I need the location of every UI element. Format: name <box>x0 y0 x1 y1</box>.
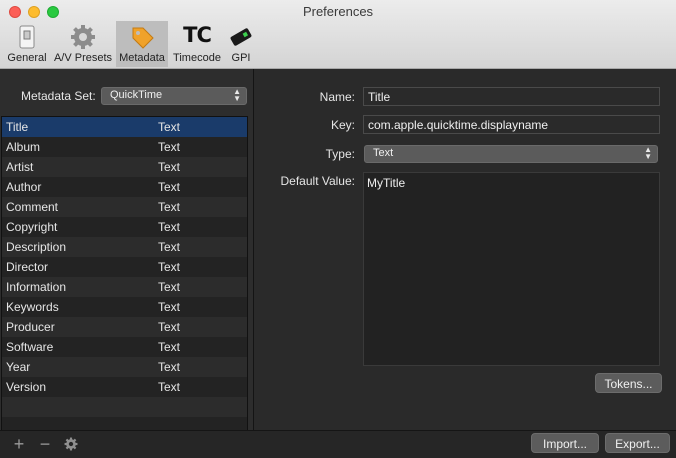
metadata-list[interactable]: Title Text Album Text Artist Text Author… <box>1 116 248 431</box>
name-label: Name: <box>319 90 355 104</box>
preferences-window: Preferences General A/V Presets Metadata… <box>0 0 676 458</box>
tab-av-presets[interactable]: A/V Presets <box>52 21 114 67</box>
list-item-type: Text <box>158 180 181 194</box>
select-arrows-icon: ▲ ▼ <box>644 145 652 161</box>
metadata-set-value: QuickTime <box>110 89 163 101</box>
list-item-type: Text <box>158 160 181 174</box>
list-item[interactable]: Copyright Text <box>2 217 247 237</box>
metadata-set-label: Metadata Set: <box>21 89 96 103</box>
list-item-type: Text <box>158 300 181 314</box>
list-item-type: Text <box>158 240 181 254</box>
timecode-icon: TC <box>183 23 212 47</box>
list-item[interactable]: Producer Text <box>2 317 247 337</box>
list-item-name: Year <box>6 360 31 374</box>
metadata-set-select[interactable]: QuickTime ▲ ▼ <box>101 87 247 105</box>
tokens-button[interactable]: Tokens... <box>595 373 662 393</box>
list-item-name: Album <box>6 140 41 154</box>
list-item-name: Information <box>6 280 67 294</box>
list-item-name: Keywords <box>6 300 59 314</box>
tag-icon <box>129 24 155 53</box>
list-item-type: Text <box>158 120 181 134</box>
metadata-list-pane: Metadata Set: QuickTime ▲ ▼ Title Text Al… <box>0 69 254 431</box>
window-title: Preferences <box>302 4 374 19</box>
empty-row <box>2 417 247 430</box>
list-item-name: Producer <box>6 320 55 334</box>
list-item-name: Artist <box>6 160 34 174</box>
list-item-type: Text <box>158 360 181 374</box>
tab-general-label: General <box>7 52 47 64</box>
list-item[interactable]: Year Text <box>2 357 247 377</box>
list-item-name: Author <box>6 180 42 194</box>
list-item[interactable]: Artist Text <box>2 157 247 177</box>
tab-timecode[interactable]: TC Timecode <box>171 21 223 67</box>
tab-gpi-label: GPI <box>231 52 251 64</box>
list-item-type: Text <box>158 380 181 394</box>
list-item[interactable]: Software Text <box>2 337 247 357</box>
list-item-name: Description <box>6 240 67 254</box>
list-item-name: Title <box>6 120 29 134</box>
type-select-value: Text <box>373 147 394 159</box>
list-item-name: Copyright <box>6 220 58 234</box>
default-value-textarea[interactable]: MyTitle <box>363 172 660 366</box>
list-item-type: Text <box>158 200 181 214</box>
bottom-bar: + − Import... Export... <box>0 430 676 458</box>
tab-general[interactable]: General <box>5 21 49 67</box>
list-item[interactable]: Keywords Text <box>2 297 247 317</box>
list-item-type: Text <box>158 320 181 334</box>
general-switch-icon <box>14 24 40 53</box>
gear-icon <box>70 24 96 53</box>
list-item[interactable]: Album Text <box>2 137 247 157</box>
default-value-label: Default Value: <box>280 174 356 188</box>
tab-metadata-label: Metadata <box>119 52 165 64</box>
type-select[interactable]: Text ▲ ▼ <box>364 145 658 163</box>
toolbar: Preferences General A/V Presets Metadata… <box>0 0 676 69</box>
tab-gpi[interactable]: GPI <box>226 21 256 67</box>
type-label: Type: <box>325 147 355 161</box>
gpi-device-icon <box>228 24 254 53</box>
select-arrows-icon: ▲ ▼ <box>233 87 241 103</box>
list-item-type: Text <box>158 280 181 294</box>
list-item[interactable]: Information Text <box>2 277 247 297</box>
key-field[interactable]: com.apple.quicktime.displayname <box>363 115 660 134</box>
list-item[interactable]: Description Text <box>2 237 247 257</box>
tab-av-presets-label: A/V Presets <box>53 52 113 64</box>
list-item-name: Comment <box>6 200 59 214</box>
list-item-name: Version <box>6 380 47 394</box>
name-field-value: Title <box>368 90 391 104</box>
list-item-name: Director <box>6 260 49 274</box>
remove-icon[interactable]: − <box>36 435 54 453</box>
list-item[interactable]: Title Text <box>2 117 247 137</box>
import-button[interactable]: Import... <box>531 433 599 453</box>
metadata-detail-pane: Name: Title Key: com.apple.quicktime.dis… <box>254 69 676 430</box>
list-item-name: Software <box>6 340 54 354</box>
export-button[interactable]: Export... <box>605 433 670 453</box>
list-item-type: Text <box>158 220 181 234</box>
list-item[interactable]: Version Text <box>2 377 247 397</box>
gear-icon[interactable] <box>62 435 80 453</box>
list-item[interactable]: Comment Text <box>2 197 247 217</box>
list-item-type: Text <box>158 260 181 274</box>
list-item-type: Text <box>158 340 181 354</box>
default-value-text: MyTitle <box>367 176 406 190</box>
key-field-value: com.apple.quicktime.displayname <box>368 118 549 132</box>
name-field[interactable]: Title <box>363 87 660 106</box>
tab-timecode-label: Timecode <box>173 52 221 64</box>
list-item-type: Text <box>158 140 181 154</box>
add-icon[interactable]: + <box>10 435 28 453</box>
list-item[interactable]: Director Text <box>2 257 247 277</box>
tab-metadata[interactable]: Metadata <box>116 21 168 67</box>
list-item[interactable]: Author Text <box>2 177 247 197</box>
empty-row <box>2 397 247 417</box>
key-label: Key: <box>330 118 355 132</box>
